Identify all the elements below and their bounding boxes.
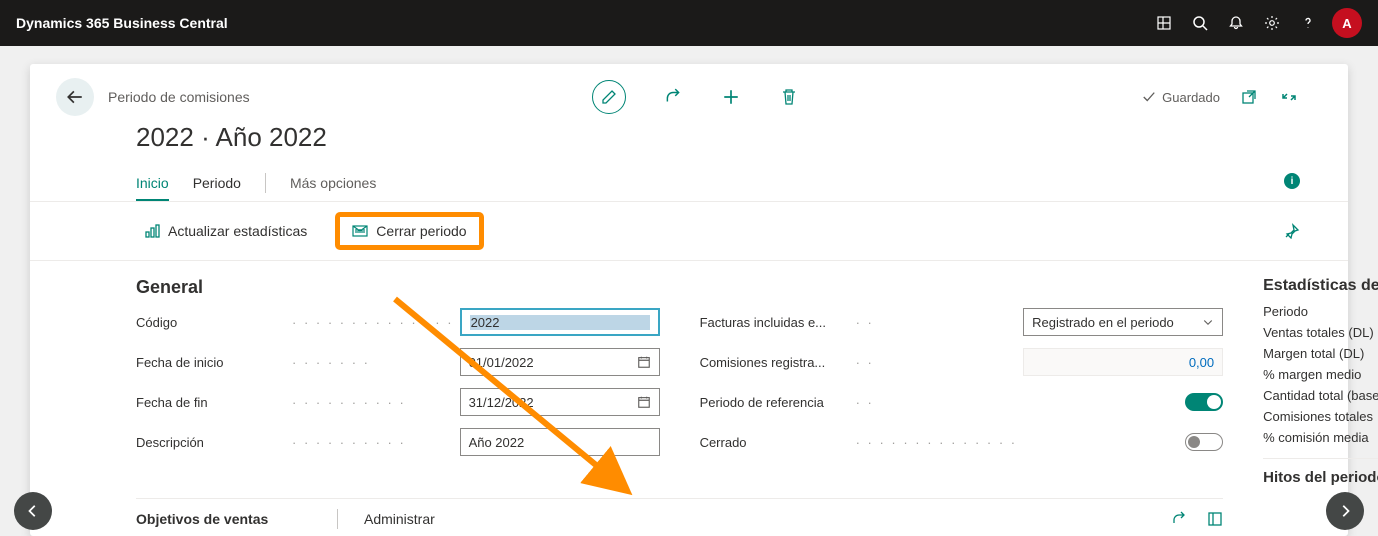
toggle-cerrado[interactable] [1185,433,1223,451]
share-part-icon[interactable] [1171,511,1187,527]
label-codigo: Código [136,315,286,330]
delete-icon[interactable] [778,86,800,108]
share-icon[interactable] [662,86,684,108]
saved-indicator: Guardado [1142,90,1220,105]
page-title: 2022 · Año 2022 [30,116,1348,153]
stat-com-total-label: Comisiones totales [1263,409,1373,424]
input-codigo[interactable]: 2022 [460,308,660,336]
stat-periodo-label: Periodo [1263,304,1308,319]
label-fecha-fin: Fecha de fin [136,395,286,410]
section-general-title: General [136,277,1223,298]
next-record-button[interactable] [1326,492,1364,530]
avatar[interactable]: A [1332,8,1362,38]
prev-record-button[interactable] [14,492,52,530]
section-objetivos-title: Objetivos de ventas [136,511,311,527]
label-cerrado: Cerrado [700,435,850,450]
tab-periodo[interactable]: Periodo [193,175,241,199]
expand-part-icon[interactable] [1207,511,1223,527]
input-fecha-fin[interactable]: 31/12/2022 [460,388,660,416]
collapse-icon[interactable] [1278,86,1300,108]
section-stats-title: Estadísticas de comisiones y ven... [1263,277,1378,295]
stat-pct-com-label: % comisión media [1263,430,1369,445]
tab-strip: Inicio Periodo Más opciones i [30,153,1348,202]
app-title: Dynamics 365 Business Central [16,15,228,31]
action-administrar[interactable]: Administrar [364,511,435,527]
action-actualizar-estadisticas[interactable]: Actualizar estadísticas [136,219,315,243]
select-facturas[interactable]: Registrado en el periodo [1023,308,1223,336]
label-facturas: Facturas incluidas e... [700,315,850,330]
calendar-icon[interactable] [637,355,651,369]
tiny-pct-venta: % de venta [1263,486,1378,501]
label-fecha-inicio: Fecha de inicio [136,355,286,370]
tab-inicio[interactable]: Inicio [136,175,169,201]
breadcrumb: Periodo de comisiones [108,89,250,105]
gear-icon[interactable] [1254,5,1290,41]
page-card: Periodo de comisiones Guardado 2022 · Añ… [30,64,1348,536]
stat-pct-margen-label: % margen medio [1263,367,1361,382]
tab-mas-opciones[interactable]: Más opciones [290,175,376,199]
section-hitos-title[interactable]: Hitos del periodo [1263,469,1378,486]
topbar: Dynamics 365 Business Central A [0,0,1378,46]
back-button[interactable] [56,78,94,116]
label-periodo-ref: Periodo de referencia [700,395,850,410]
help-icon[interactable] [1290,5,1326,41]
input-descripcion[interactable]: Año 2022 [460,428,660,456]
value-comisiones-reg: 0,00 [1023,348,1223,376]
bell-icon[interactable] [1218,5,1254,41]
search-icon[interactable] [1182,5,1218,41]
stat-ventas-label: Ventas totales (DL) [1263,325,1374,340]
open-new-window-icon[interactable] [1238,86,1260,108]
edit-button[interactable] [592,80,626,114]
info-icon[interactable]: i [1284,173,1300,189]
input-fecha-inicio[interactable]: 01/01/2022 [460,348,660,376]
stat-margen-label: Margen total (DL) [1263,346,1364,361]
chevron-down-icon [1202,316,1214,328]
calendar-icon[interactable] [637,395,651,409]
label-descripcion: Descripción [136,435,286,450]
stat-cantidad-label: Cantidad total (base) [1263,388,1378,403]
action-cerrar-periodo[interactable]: Cerrar periodo [335,212,483,250]
environment-icon[interactable] [1146,5,1182,41]
label-comisiones-reg: Comisiones registra... [700,355,850,370]
new-icon[interactable] [720,86,742,108]
pin-icon[interactable] [1284,223,1300,239]
toggle-periodo-ref[interactable] [1185,393,1223,411]
